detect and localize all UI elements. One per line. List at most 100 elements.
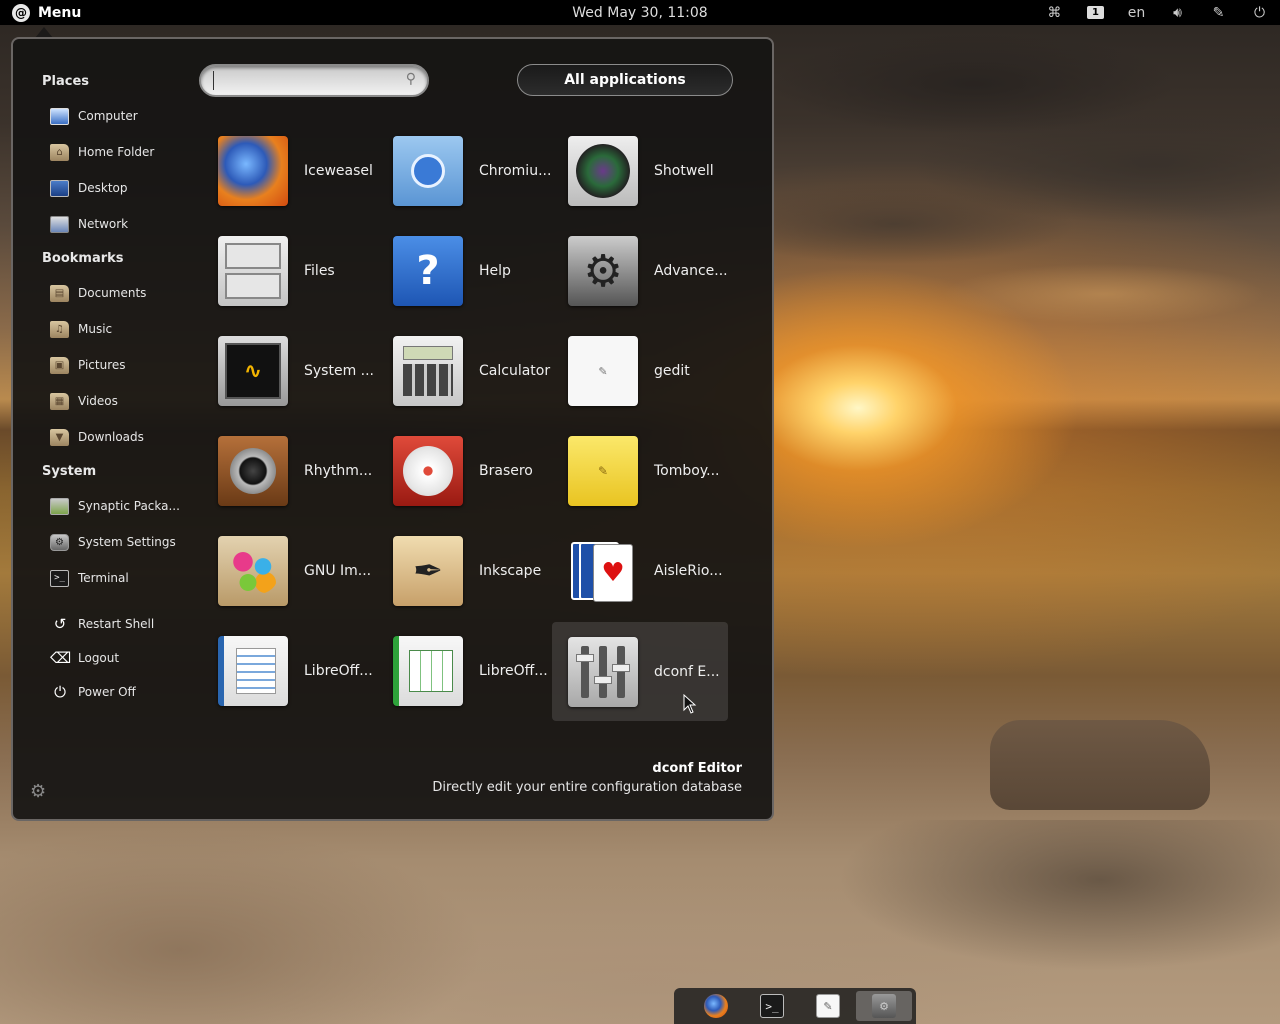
action-label: Restart Shell [78, 617, 155, 631]
clock[interactable]: Wed May 30, 11:08 [572, 5, 707, 21]
app-chromium[interactable]: Chromiu... [393, 123, 563, 219]
menu-button[interactable]: @ Menu [0, 0, 81, 25]
chromium-icon [393, 136, 463, 206]
bookmarks-heading: Bookmarks [42, 251, 124, 266]
app-label: GNU Im... [304, 563, 372, 579]
all-applications-button[interactable]: All applications [517, 64, 733, 96]
top-bar: @ Menu Wed May 30, 11:08 ⌘ 1 en 🔊︎ ✎ ⏻ [0, 0, 1280, 25]
system-settings[interactable]: ⚙ System Settings [50, 529, 200, 555]
app-system-monitor[interactable]: ∿ System ... [218, 323, 388, 419]
network-icon [50, 215, 69, 233]
volume-icon[interactable]: 🔊︎ [1157, 0, 1198, 25]
home-folder-icon: ⌂ [50, 143, 69, 161]
terminal-icon: >_ [760, 994, 784, 1018]
app-calculator[interactable]: Calculator [393, 323, 563, 419]
logout-icon: ⌫ [50, 649, 72, 667]
network-icon[interactable]: ✎ [1198, 0, 1239, 25]
workspace-number: 1 [1087, 6, 1104, 19]
search-input[interactable] [213, 71, 393, 90]
app-label: gedit [654, 363, 690, 379]
keyboard-layout[interactable]: en [1116, 0, 1157, 25]
app-advanced-settings[interactable]: ⚙ Advance... [568, 223, 738, 319]
bookmark-videos[interactable]: ▦ Videos [50, 388, 200, 414]
power-off-button[interactable]: ⏻ Power Off [50, 680, 200, 704]
system-synaptic[interactable]: Synaptic Packa... [50, 493, 200, 519]
accessibility-icon[interactable]: ⌘ [1034, 0, 1075, 25]
dconf-editor-icon [568, 636, 638, 707]
folder-music-icon: ♫ [50, 320, 69, 338]
app-inkscape[interactable]: ✒ Inkscape [393, 523, 563, 619]
app-label: LibreOff... [304, 663, 373, 679]
app-libreoffice-calc[interactable]: LibreOff... [393, 623, 563, 719]
app-iceweasel[interactable]: Iceweasel [218, 123, 388, 219]
place-network[interactable]: Network [50, 211, 200, 237]
app-shotwell[interactable]: Shotwell [568, 123, 738, 219]
dock: >_ ✎ ⚙ [674, 988, 916, 1024]
wallpaper-rock [990, 720, 1210, 810]
bookmark-label: Videos [78, 394, 118, 408]
app-label: Help [479, 263, 511, 279]
app-label: Rhythm... [304, 463, 373, 479]
aisleriot-icon: ♥ [568, 536, 638, 606]
debian-logo-icon: @ [12, 3, 30, 22]
bookmark-label: Pictures [78, 358, 126, 372]
place-desktop[interactable]: Desktop [50, 175, 200, 201]
app-dconf-editor[interactable]: dconf E... [552, 622, 728, 721]
app-label: dconf E... [654, 663, 720, 680]
place-label: Home Folder [78, 145, 155, 159]
system-label: Terminal [78, 571, 129, 585]
app-label: Files [304, 263, 335, 279]
folder-documents-icon: ▤ [50, 284, 69, 302]
advanced-settings-icon: ⚙ [568, 236, 638, 306]
app-label: Iceweasel [304, 163, 373, 179]
dock-item-firefox[interactable] [688, 991, 744, 1021]
bookmark-downloads[interactable]: ▼ Downloads [50, 424, 200, 450]
app-gimp[interactable]: GNU Im... [218, 523, 388, 619]
dock-item-terminal[interactable]: >_ [744, 991, 800, 1021]
app-aisleriot[interactable]: ♥ AisleRio... [568, 523, 738, 619]
gear-icon[interactable]: ⚙ [30, 781, 46, 802]
firefox-icon [704, 994, 728, 1018]
wallpaper-ground [0, 820, 1280, 1024]
system-tray: ⌘ 1 en 🔊︎ ✎ ⏻ [1034, 0, 1280, 25]
search-box[interactable]: ⚲ [199, 64, 429, 97]
bookmark-pictures[interactable]: ▣ Pictures [50, 352, 200, 378]
workspace-indicator[interactable]: 1 [1075, 0, 1116, 25]
system-terminal[interactable]: >_ Terminal [50, 565, 200, 591]
dock-item-gedit[interactable]: ✎ [800, 991, 856, 1021]
app-label: Calculator [479, 363, 551, 379]
bookmark-label: Music [78, 322, 113, 336]
iceweasel-icon [218, 136, 288, 206]
tomboy-icon: ✎ [568, 436, 638, 506]
app-tomboy[interactable]: ✎ Tomboy... [568, 423, 738, 519]
selected-app-description: Directly edit your entire configuration … [432, 780, 742, 795]
system-settings-icon: ⚙ [50, 533, 69, 551]
bookmark-music[interactable]: ♫ Music [50, 316, 200, 342]
bookmark-documents[interactable]: ▤ Documents [50, 280, 200, 306]
brasero-icon [393, 436, 463, 506]
place-label: Desktop [78, 181, 128, 195]
app-files[interactable]: Files [218, 223, 388, 319]
app-brasero[interactable]: Brasero [393, 423, 563, 519]
gimp-icon [218, 536, 288, 606]
app-help[interactable]: ? Help [393, 223, 563, 319]
dock-item-dconf-editor[interactable]: ⚙ [856, 991, 912, 1021]
app-label: Inkscape [479, 563, 542, 579]
terminal-icon: >_ [50, 569, 69, 587]
place-home-folder[interactable]: ⌂ Home Folder [50, 139, 200, 165]
place-computer[interactable]: Computer [50, 103, 200, 129]
selected-app-name: dconf Editor [652, 761, 742, 776]
computer-icon [50, 107, 69, 125]
desktop-icon [50, 179, 69, 197]
app-label: System ... [304, 363, 375, 379]
app-libreoffice-writer[interactable]: LibreOff... [218, 623, 388, 719]
system-heading: System [42, 464, 97, 479]
app-rhythmbox[interactable]: Rhythm... [218, 423, 388, 519]
app-gedit[interactable]: ✎ gedit [568, 323, 738, 419]
app-label: Advance... [654, 263, 728, 279]
synaptic-icon [50, 497, 69, 515]
shotwell-icon [568, 136, 638, 206]
restart-shell-button[interactable]: ↺ Restart Shell [50, 612, 200, 636]
power-icon[interactable]: ⏻ [1239, 0, 1280, 25]
logout-button[interactable]: ⌫ Logout [50, 646, 200, 670]
